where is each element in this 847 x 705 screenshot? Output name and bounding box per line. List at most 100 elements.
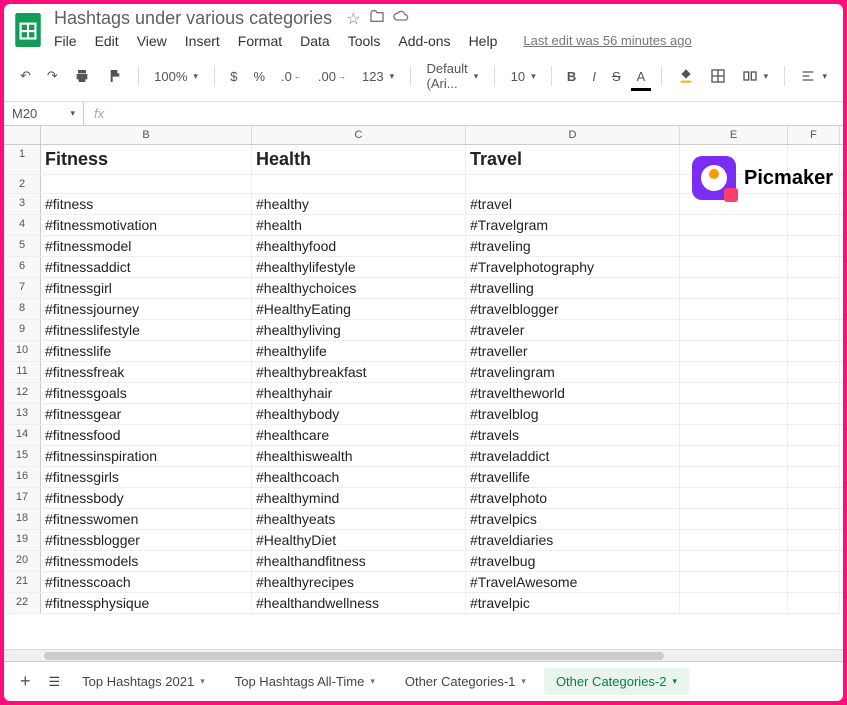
column-header-b[interactable]: B (41, 126, 252, 144)
cell[interactable]: #healthyrecipes (252, 572, 466, 592)
cell[interactable]: #fitnessbody (41, 488, 252, 508)
menu-file[interactable]: File (54, 33, 77, 49)
table-row[interactable]: 10#fitnesslife#healthylife#traveller (4, 341, 843, 362)
menu-addons[interactable]: Add-ons (398, 33, 450, 49)
cell[interactable] (680, 383, 788, 403)
cell[interactable]: #traveler (466, 320, 680, 340)
print-icon[interactable] (68, 64, 96, 88)
cell[interactable]: #healthyfood (252, 236, 466, 256)
cell[interactable]: #travelpics (466, 509, 680, 529)
cell[interactable] (680, 299, 788, 319)
cell[interactable] (680, 236, 788, 256)
row-header[interactable]: 11 (4, 362, 41, 382)
cell[interactable]: #travelbug (466, 551, 680, 571)
row-header[interactable]: 13 (4, 404, 41, 424)
cell[interactable] (788, 320, 840, 340)
cell[interactable]: #traveling (466, 236, 680, 256)
cell[interactable]: #healthylifestyle (252, 257, 466, 277)
horizontal-scrollbar[interactable] (4, 649, 843, 661)
chevron-down-icon[interactable]: ▾ (521, 676, 526, 687)
font-size-dropdown[interactable]: 10 (505, 65, 541, 88)
cell[interactable]: #healthandfitness (252, 551, 466, 571)
cell[interactable] (788, 509, 840, 529)
cell[interactable] (680, 425, 788, 445)
cell[interactable]: #healthcare (252, 425, 466, 445)
cell[interactable]: #Travelgram (466, 215, 680, 235)
cell[interactable]: Fitness (41, 145, 252, 174)
row-header[interactable]: 5 (4, 236, 41, 256)
cell[interactable]: #healthymind (252, 488, 466, 508)
cell[interactable]: #HealthyDiet (252, 530, 466, 550)
row-header[interactable]: 1 (4, 145, 41, 174)
row-header[interactable]: 21 (4, 572, 41, 592)
table-row[interactable]: 5#fitnessmodel#healthyfood#traveling (4, 236, 843, 257)
menu-edit[interactable]: Edit (95, 33, 119, 49)
table-row[interactable]: 16#fitnessgirls#healthcoach#travellife (4, 467, 843, 488)
borders-icon[interactable] (704, 64, 732, 88)
star-icon[interactable]: ☆ (346, 9, 360, 29)
cell[interactable]: #fitnessphysique (41, 593, 252, 613)
cell[interactable]: #traveldiaries (466, 530, 680, 550)
column-header-f[interactable]: F (788, 126, 840, 144)
table-row[interactable]: 6#fitnessaddict#healthylifestyle#Travelp… (4, 257, 843, 278)
italic-button[interactable]: I (586, 65, 602, 88)
cell[interactable] (680, 446, 788, 466)
table-row[interactable]: 9#fitnesslifestyle#healthyliving#travele… (4, 320, 843, 341)
cell[interactable] (788, 383, 840, 403)
table-row[interactable]: 22#fitnessphysique#healthandwellness#tra… (4, 593, 843, 614)
cell[interactable]: #healthcoach (252, 467, 466, 487)
cell[interactable]: #fitnessinspiration (41, 446, 252, 466)
table-row[interactable]: 20#fitnessmodels#healthandfitness#travel… (4, 551, 843, 572)
cell[interactable] (680, 509, 788, 529)
cell[interactable]: #healthyeats (252, 509, 466, 529)
cell[interactable]: #travelphoto (466, 488, 680, 508)
row-header[interactable]: 12 (4, 383, 41, 403)
cell[interactable] (680, 341, 788, 361)
sheet-tab[interactable]: Other Categories-1▾ (393, 668, 538, 695)
cell[interactable]: #fitnessmodel (41, 236, 252, 256)
chevron-down-icon[interactable]: ▾ (370, 676, 375, 687)
cell[interactable]: #healthylife (252, 341, 466, 361)
cell[interactable] (788, 257, 840, 277)
percent-button[interactable]: % (247, 65, 271, 88)
row-header[interactable]: 3 (4, 194, 41, 214)
cell[interactable]: #fitnessgear (41, 404, 252, 424)
column-header-d[interactable]: D (466, 126, 680, 144)
cell[interactable]: #traveltheworld (466, 383, 680, 403)
row-header[interactable]: 16 (4, 467, 41, 487)
cell[interactable] (788, 341, 840, 361)
cell[interactable] (680, 215, 788, 235)
cell[interactable] (680, 404, 788, 424)
menu-view[interactable]: View (137, 33, 167, 49)
row-header[interactable]: 14 (4, 425, 41, 445)
cell[interactable]: #travelling (466, 278, 680, 298)
cell[interactable]: #travelingram (466, 362, 680, 382)
cell[interactable]: #fitnesswomen (41, 509, 252, 529)
cell[interactable]: #travels (466, 425, 680, 445)
table-row[interactable]: 19#fitnessblogger#HealthyDiet#traveldiar… (4, 530, 843, 551)
cell[interactable] (680, 467, 788, 487)
all-sheets-icon[interactable]: ☰ (43, 674, 67, 690)
menu-format[interactable]: Format (238, 33, 282, 49)
cell[interactable]: #healthyhair (252, 383, 466, 403)
menu-insert[interactable]: Insert (185, 33, 220, 49)
sheets-logo-icon[interactable] (14, 12, 42, 48)
cell[interactable]: #travelpic (466, 593, 680, 613)
row-header[interactable]: 6 (4, 257, 41, 277)
table-row[interactable]: 8#fitnessjourney#HealthyEating#travelblo… (4, 299, 843, 320)
cell[interactable] (41, 175, 252, 193)
cell[interactable] (788, 236, 840, 256)
cell[interactable] (680, 278, 788, 298)
name-box[interactable]: M20▾ (4, 102, 84, 125)
table-row[interactable]: 13#fitnessgear#healthybody#travelblog (4, 404, 843, 425)
paint-format-icon[interactable] (100, 64, 128, 88)
move-icon[interactable] (369, 8, 385, 29)
cell[interactable] (680, 572, 788, 592)
cell[interactable]: #Travelphotography (466, 257, 680, 277)
redo-icon[interactable]: ↷ (41, 64, 64, 88)
chevron-down-icon[interactable]: ▾ (673, 676, 678, 687)
currency-button[interactable]: $ (224, 65, 243, 88)
menu-help[interactable]: Help (469, 33, 498, 49)
row-header[interactable]: 17 (4, 488, 41, 508)
increase-decimal-button[interactable]: .00→ (312, 65, 352, 88)
